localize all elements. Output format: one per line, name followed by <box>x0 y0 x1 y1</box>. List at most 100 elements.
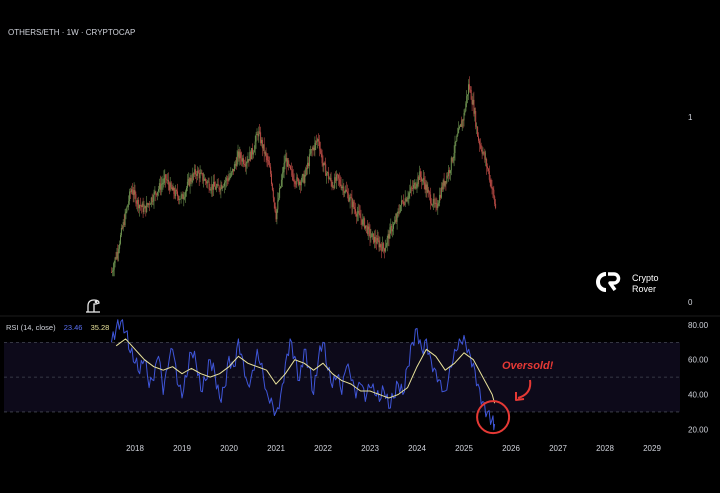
candle-body <box>198 172 200 179</box>
candle-body <box>474 111 476 114</box>
candle-body <box>310 149 312 154</box>
candle-body <box>455 141 457 142</box>
candle-body <box>312 147 314 150</box>
candle-body <box>331 182 333 187</box>
candle-body <box>149 204 151 205</box>
candle-body <box>205 181 207 184</box>
candle-body <box>372 233 374 235</box>
candle-body <box>112 269 114 272</box>
candle-body <box>406 199 408 202</box>
candle-body <box>447 175 449 177</box>
candle-body <box>468 84 469 95</box>
candle-body <box>196 174 197 176</box>
candle-body <box>259 131 261 133</box>
candle-body <box>421 179 423 182</box>
candle-body <box>463 113 465 121</box>
candle-body <box>242 158 244 162</box>
candle-body <box>293 180 295 182</box>
candle-body <box>204 178 206 181</box>
candle-body <box>421 177 422 182</box>
candle-body <box>332 186 334 188</box>
candle-body <box>297 177 299 179</box>
candle-body <box>354 207 356 210</box>
candle-body <box>243 158 244 165</box>
candle-body <box>175 189 177 196</box>
rsi-tick-label: 20.00 <box>688 425 709 434</box>
candle-body <box>404 198 406 205</box>
candle-body <box>226 178 228 180</box>
candle-body <box>334 177 336 188</box>
x-tick-label: 2021 <box>267 444 285 453</box>
candle-body <box>379 244 381 248</box>
candle-body <box>317 139 319 142</box>
candle-body <box>165 174 167 180</box>
candle-body <box>422 178 424 180</box>
candle-body <box>470 90 472 100</box>
rsi-pane[interactable]: 80.00 60.00 40.00 20.00 <box>4 319 709 435</box>
candle-body <box>144 206 146 209</box>
candle-body <box>147 203 149 205</box>
candle-body <box>482 152 484 154</box>
candle-body <box>488 171 490 180</box>
candle-body <box>391 226 393 232</box>
candle-body <box>392 228 394 232</box>
candle-body <box>145 206 147 212</box>
candle-body <box>367 226 369 234</box>
candle-body <box>205 178 206 182</box>
rsi-tick-label: 80.00 <box>688 321 709 330</box>
candle-body <box>340 184 342 189</box>
candle-body <box>348 200 350 202</box>
candle-body <box>330 177 332 183</box>
candle-body <box>432 198 434 205</box>
candle-body <box>213 181 215 190</box>
candle-body <box>492 188 494 190</box>
candle-body <box>265 152 267 156</box>
candle-body <box>129 191 131 202</box>
candle-body <box>486 158 488 167</box>
candle-body <box>385 244 387 248</box>
candle-body <box>210 189 212 191</box>
candle-body <box>240 152 242 159</box>
rsi-legend-label: RSI (14, close) <box>6 323 56 332</box>
price-tick-label: 0 <box>688 298 693 307</box>
candle-body <box>481 149 483 154</box>
price-pane[interactable] <box>111 76 497 277</box>
candle-body <box>493 189 495 197</box>
candle-body <box>469 89 471 91</box>
tradingview-chart[interactable]: 80.00 60.00 40.00 20.00 OTHERS/ETH · 1W · C… <box>0 0 720 488</box>
candle-body <box>408 193 410 198</box>
candle-body <box>167 179 169 185</box>
candle-body <box>347 193 349 202</box>
candle-body <box>182 194 184 200</box>
candle-body <box>290 169 292 171</box>
candle-body <box>300 181 302 186</box>
candle-body <box>450 157 452 171</box>
candle-body <box>417 176 419 185</box>
candle-body <box>485 158 487 160</box>
candle-body <box>370 236 372 238</box>
candle-body <box>263 144 265 154</box>
candle-body <box>359 213 361 218</box>
candle-body <box>384 247 386 252</box>
candle-body <box>431 203 432 205</box>
candle-body <box>439 194 441 203</box>
candle-body <box>322 163 324 166</box>
rsi-tick-label: 60.00 <box>688 356 709 365</box>
crypto-rover-logo: Crypto Rover <box>596 272 659 294</box>
candle-body <box>227 179 229 181</box>
candle-body <box>113 263 115 270</box>
candle-body <box>127 204 129 207</box>
candle-body <box>136 203 138 205</box>
tradingview-dino-icon <box>86 299 100 313</box>
candle-body <box>190 178 192 182</box>
candle-body <box>429 192 431 195</box>
candle-body <box>133 190 135 196</box>
candle-body <box>249 152 251 161</box>
candle-body <box>472 99 474 105</box>
candle-body <box>223 186 225 188</box>
candle-body <box>271 184 273 190</box>
candle-body <box>186 181 188 188</box>
candle-body <box>201 172 203 174</box>
chart-canvas[interactable]: 80.00 60.00 40.00 20.00 OTHERS/ETH · 1W · C… <box>0 0 720 488</box>
candle-body <box>410 187 412 192</box>
